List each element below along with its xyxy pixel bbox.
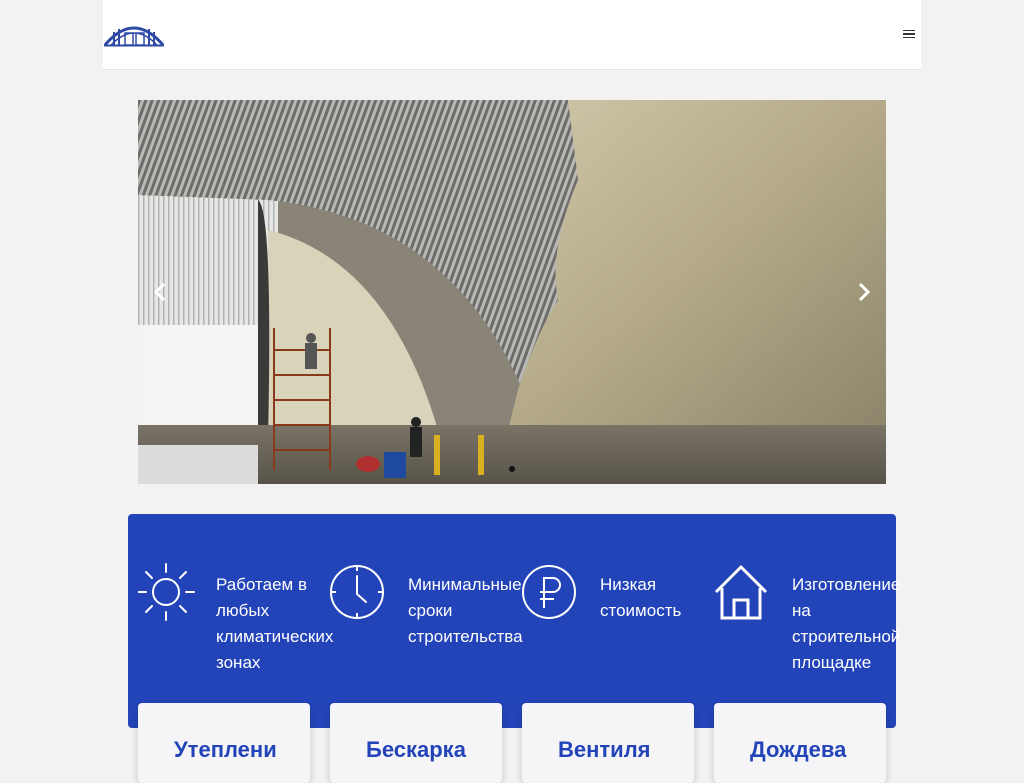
chevron-right-icon[interactable] — [856, 280, 872, 304]
feature-text: Минимальные сроки строительства — [408, 575, 523, 646]
site-header — [103, 0, 921, 70]
house-icon — [714, 562, 774, 622]
hero-slider[interactable] — [138, 100, 886, 484]
menu-line — [903, 36, 915, 39]
features-band: Работаем в любых климатических зонах Мин… — [128, 514, 900, 728]
ruble-icon — [522, 562, 582, 622]
card-title: Утеплени — [174, 737, 277, 762]
card-title: Дождева — [750, 737, 847, 762]
service-card-ventilation[interactable]: Вентиля — [522, 703, 694, 783]
service-card-frameless[interactable]: Бескарка — [330, 703, 502, 783]
slide-photo — [138, 100, 886, 484]
feature-text: Работаем в любых климатических зонах — [216, 575, 334, 672]
hamburger-menu-icon[interactable] — [903, 27, 917, 41]
card-title: Бескарка — [366, 737, 466, 762]
feature-text: Низкая стоимость — [600, 575, 682, 620]
slider-dot-active[interactable] — [509, 466, 515, 472]
menu-line — [903, 29, 915, 32]
card-title: Вентиля — [558, 737, 651, 762]
hangar-logo-icon[interactable] — [103, 17, 165, 49]
clock-icon — [330, 562, 390, 622]
service-card-insulation[interactable]: Утеплени — [138, 703, 310, 783]
service-card-drainage[interactable]: Дождева — [714, 703, 886, 783]
sun-icon — [137, 562, 198, 622]
chevron-left-icon[interactable] — [152, 280, 168, 304]
menu-line — [903, 33, 915, 35]
feature-text: Изготовление на строительной площадке — [792, 575, 901, 672]
